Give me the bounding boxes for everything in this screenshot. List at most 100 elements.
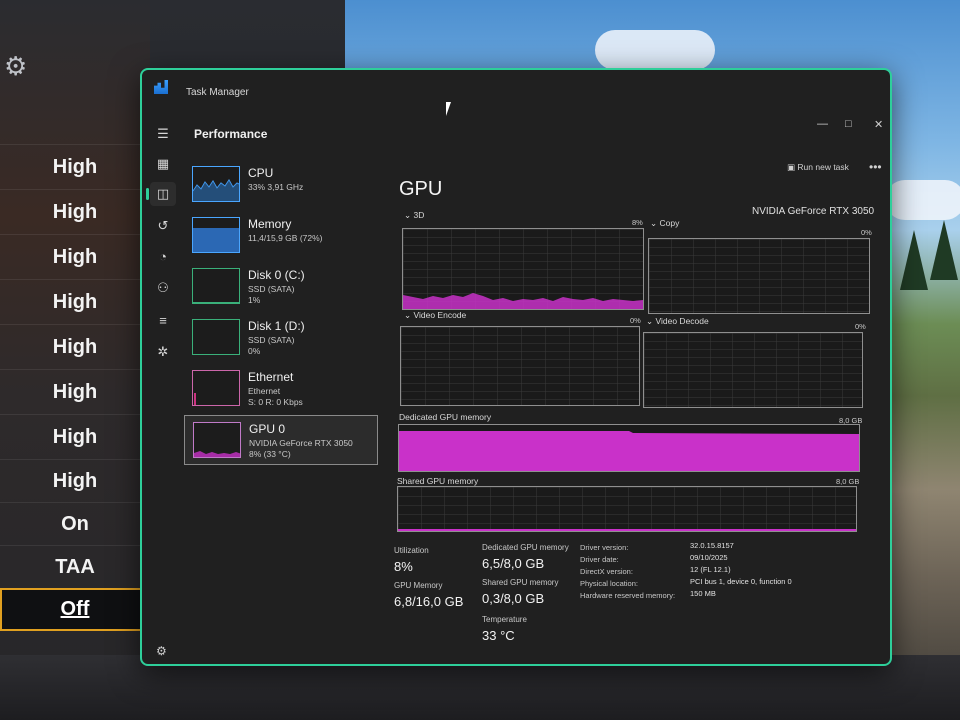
close-button[interactable]: ✕ [874, 118, 883, 131]
gpu-video-encode-svg [401, 327, 639, 405]
gpu-thumbnail-svg [194, 451, 240, 457]
engine-percent: 0% [861, 228, 872, 237]
utilization-value: 8% [394, 559, 413, 574]
details-icon[interactable]: ≡ [150, 308, 176, 332]
driver-version-label: Driver version: [580, 543, 629, 552]
device-detail: S: 0 R: 0 Kbps [248, 397, 303, 407]
app-history-icon[interactable]: ↺ [150, 214, 176, 238]
gear-icon: ⚙ [4, 52, 28, 82]
performance-icon[interactable]: ◫ [146, 182, 176, 206]
game-setting-value[interactable]: High [0, 234, 150, 279]
device-name: Memory [248, 217, 292, 231]
engine-selector-video-encode[interactable]: ⌄ Video Encode [404, 310, 466, 321]
utilization-label: Utilization [394, 546, 429, 555]
disk0-thumbnail-graph [192, 268, 240, 304]
memory-fill [193, 227, 239, 252]
engine-selector-copy[interactable]: ⌄ Copy [650, 218, 679, 229]
dedicated-memory-graph [398, 424, 860, 472]
temperature-label: Temperature [482, 615, 527, 624]
tree [900, 230, 928, 290]
game-setting-value[interactable]: High [0, 279, 150, 324]
device-detail: 1% [248, 295, 261, 305]
cloud [595, 30, 715, 70]
engine-percent: 0% [630, 316, 641, 325]
shared-memory-stat-value: 0,3/8,0 GB [482, 591, 545, 606]
maximize-button[interactable]: □ [845, 118, 852, 130]
hardware-reserved-value: 150 MB [690, 589, 716, 598]
shared-memory-svg [398, 487, 856, 531]
ethernet-thumbnail-graph [192, 370, 240, 406]
disk1-thumbnail-graph [192, 319, 240, 355]
more-options-button[interactable]: ••• [869, 160, 882, 174]
device-item-memory[interactable]: Memory 11,4/15,9 GB (72%) [184, 211, 378, 261]
game-settings-panel: ⚙ High High High High High High High Hig… [0, 0, 150, 720]
driver-date-label: Driver date: [580, 555, 619, 564]
device-item-cpu[interactable]: CPU 33% 3,91 GHz [184, 160, 378, 210]
gpu-title: GPU [399, 178, 443, 200]
device-name: Ethernet [248, 370, 294, 384]
device-detail: SSD (SATA) [248, 284, 295, 294]
gpu-copy-svg [649, 239, 869, 313]
game-setting-value[interactable]: On [0, 502, 150, 545]
game-setting-value[interactable]: TAA [0, 545, 150, 588]
ethernet-spike [194, 393, 196, 405]
services-icon[interactable]: ✲ [150, 340, 176, 364]
engine-label: Video Encode [413, 310, 467, 320]
engine-percent: 0% [855, 322, 866, 331]
tree [930, 220, 958, 280]
startup-apps-icon[interactable]: ◔ [150, 244, 176, 268]
processes-icon[interactable]: ▦ [150, 152, 176, 176]
gpu-3d-svg [403, 229, 643, 309]
title-bar[interactable]: Task Manager [142, 70, 890, 110]
screen: ⚙ High High High High High High High Hig… [0, 0, 960, 720]
gpu-thumbnail-graph [193, 422, 241, 458]
directx-version-label: DirectX version: [580, 567, 633, 576]
physical-location-label: Physical location: [580, 579, 638, 588]
mouse-pointer-icon [446, 102, 456, 116]
game-setting-value[interactable]: High [0, 369, 150, 414]
users-icon[interactable]: ⚇ [150, 276, 176, 300]
device-item-gpu0[interactable]: GPU 0 NVIDIA GeForce RTX 3050 8% (33 °C) [184, 415, 378, 465]
run-new-task-label: Run new task [797, 162, 849, 172]
device-item-disk0[interactable]: Disk 0 (C:) SSD (SATA) 1% [184, 262, 378, 312]
game-setting-value[interactable]: High [0, 144, 150, 189]
dedicated-memory-stat-value: 6,5/8,0 GB [482, 556, 545, 571]
game-setting-value[interactable]: High [0, 414, 150, 459]
device-detail: Ethernet [248, 386, 281, 396]
device-detail: SSD (SATA) [248, 335, 295, 345]
engine-label: Copy [659, 218, 680, 228]
hardware-reserved-label: Hardware reserved memory: [580, 591, 676, 600]
settings-icon[interactable]: ⚙ [156, 644, 167, 658]
physical-location-value: PCI bus 1, device 0, function 0 [690, 577, 792, 586]
directx-version-value: 12 (FL 12.1) [690, 565, 731, 574]
minimize-button[interactable]: — [817, 118, 828, 130]
device-detail: 33% 3,91 GHz [248, 182, 304, 192]
shared-memory-max: 8,0 GB [836, 477, 860, 486]
driver-date-value: 09/10/2025 [690, 553, 728, 562]
gpu-model-name: NVIDIA GeForce RTX 3050 [752, 206, 875, 217]
hamburger-icon[interactable]: ☰ [150, 122, 176, 146]
device-item-disk1[interactable]: Disk 1 (D:) SSD (SATA) 0% [184, 313, 378, 363]
gpu-3d-graph [402, 228, 644, 310]
engine-percent: 8% [632, 218, 643, 227]
run-new-task-button[interactable]: ▣ Run new task [787, 162, 849, 173]
device-list: CPU 33% 3,91 GHz Memory 11,4/15,9 GB (72… [184, 160, 378, 466]
game-setting-value[interactable]: High [0, 189, 150, 234]
dedicated-memory-stat-label: Dedicated GPU memory [482, 543, 569, 552]
shared-memory-graph [397, 486, 857, 532]
gpu-video-decode-graph [643, 332, 863, 408]
engine-selector-3d[interactable]: ⌄ 3D [404, 210, 424, 221]
task-manager-window: Task Manager — □ ✕ ☰ ▦ ◫ ↺ ◔ ⚇ ≡ ✲ ⚙ Per… [140, 68, 892, 666]
window-title: Task Manager [186, 87, 249, 98]
device-item-ethernet[interactable]: Ethernet Ethernet S: 0 R: 0 Kbps [184, 364, 378, 414]
engine-selector-video-decode[interactable]: ⌄ Video Decode [646, 316, 709, 327]
dedicated-memory-label: Dedicated GPU memory [399, 412, 492, 422]
game-setting-value[interactable]: High [0, 324, 150, 369]
engine-label: 3D [413, 210, 425, 220]
device-detail: 11,4/15,9 GB (72%) [248, 233, 323, 243]
shared-memory-label: Shared GPU memory [397, 476, 479, 486]
game-setting-value[interactable]: High [0, 459, 150, 502]
game-setting-value-selected[interactable]: Off [0, 588, 150, 631]
device-detail: 0% [248, 346, 261, 356]
gpu-copy-graph [648, 238, 870, 314]
